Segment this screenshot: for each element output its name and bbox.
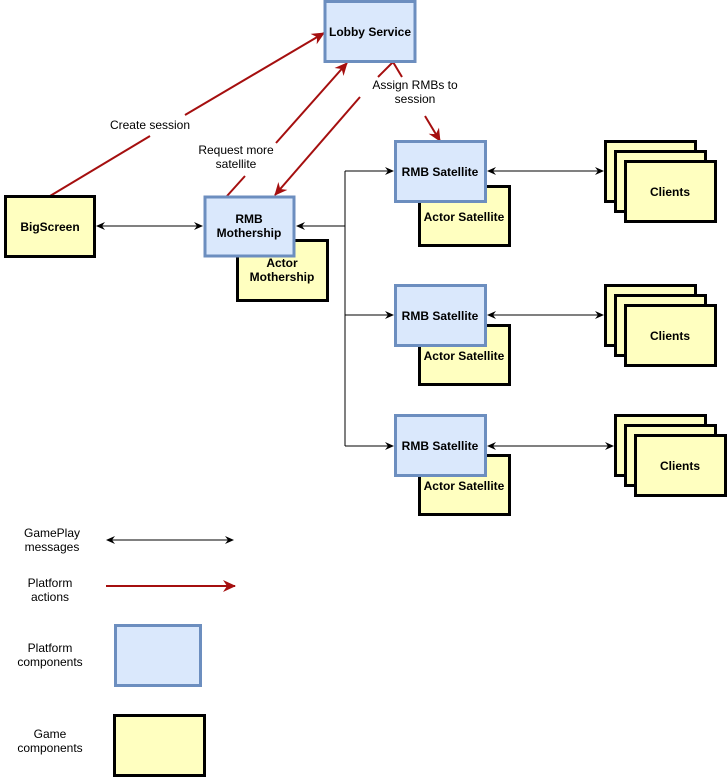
- legend: GamePlay messages Platform actions Platf…: [17, 526, 236, 777]
- edge-assign-from-lobby: [377, 60, 403, 78]
- legend-game-swatch: [113, 714, 206, 777]
- rmb-mothership-node: RMB Mothership: [203, 195, 296, 258]
- edge-request-more-satellite: [226, 63, 347, 197]
- architecture-diagram: Create session Request more satellite As…: [4, 0, 727, 777]
- actor-satellite-label: Actor Satellite: [424, 349, 505, 363]
- clients-label: Clients: [660, 459, 700, 473]
- legend-platform-components-label-2: components: [17, 655, 82, 669]
- edge-label-assign-2: session: [395, 92, 436, 106]
- legend-platform-swatch: [114, 624, 202, 687]
- bigscreen-node: BigScreen: [4, 195, 96, 258]
- legend-gameplay-label: GamePlay: [24, 526, 80, 540]
- actor-satellite-label: Actor Satellite: [424, 210, 505, 224]
- rmb-mothership-label-2: Mothership: [217, 226, 282, 240]
- legend-platform-actions-label-2: actions: [31, 590, 69, 604]
- legend-gameplay-label-2: messages: [25, 540, 80, 554]
- clients-label: Clients: [650, 329, 690, 343]
- actor-mothership-label-2: Mothership: [250, 270, 315, 284]
- lobby-service-node: Lobby Service: [323, 0, 417, 63]
- edge-label-create-session: Create session: [110, 118, 190, 132]
- edge-assign-to-satellite: [424, 115, 441, 142]
- satellite-group-3: Actor Satellite RMB Satellite Clients: [394, 414, 727, 516]
- lobby-service-label: Lobby Service: [329, 25, 411, 39]
- actor-satellite-label: Actor Satellite: [424, 479, 505, 493]
- actor-mothership-label: Actor: [266, 256, 298, 270]
- legend-platform-components-label: Platform: [28, 641, 73, 655]
- rmb-mothership-label: RMB: [235, 212, 263, 226]
- satellite-group-2: Actor Satellite RMB Satellite Clients: [394, 284, 717, 386]
- edge-assign-to-mothership: [274, 96, 361, 196]
- edge-create-session: [49, 33, 324, 197]
- legend-game-components-label: Game: [34, 727, 67, 741]
- legend-platform-actions-label: Platform: [28, 576, 73, 590]
- clients-label: Clients: [650, 185, 690, 199]
- edge-label-request-more-2: satellite: [216, 157, 257, 171]
- satellite-group-1: Actor Satellite RMB Satellite Clients: [394, 140, 717, 247]
- rmb-satellite-label: RMB Satellite: [402, 165, 479, 179]
- rmb-satellite-label: RMB Satellite: [402, 309, 479, 323]
- edge-label-request-more: Request more: [198, 143, 274, 157]
- edge-label-assign: Assign RMBs to: [372, 78, 458, 92]
- bigscreen-label: BigScreen: [20, 220, 79, 234]
- legend-game-components-label-2: components: [17, 741, 82, 755]
- rmb-satellite-label: RMB Satellite: [402, 439, 479, 453]
